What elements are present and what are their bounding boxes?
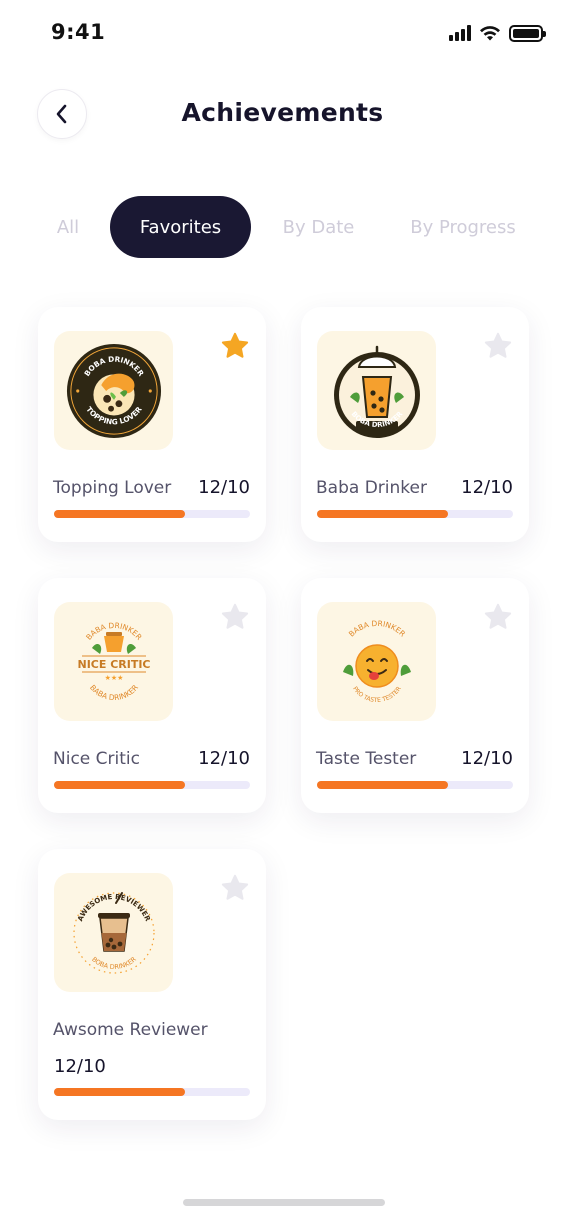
tea-cup-icon: BABA DRINKER NICE CRITIC ★★★ BABA DRINKE… [77,620,150,702]
progress-fill [317,781,449,789]
tab-favorites[interactable]: Favorites [110,196,251,258]
tab-label: By Date [282,216,355,238]
svg-text:★★★: ★★★ [104,674,123,682]
achievement-card-baba-drinker[interactable]: BOBA DRINKER Baba Drinker 12/10 [301,307,529,542]
svg-text:PRO TASTE TESTER: PRO TASTE TESTER [351,685,403,704]
progress-fill [54,1088,186,1096]
achievement-card-awsome-reviewer[interactable]: AWESOME REVIEWER BOBA DRINKER Awsome Rev… [38,849,266,1120]
achievement-name: Awsome Reviewer [53,1020,208,1040]
badge-bottom-text: BABA DRINKER [88,683,140,702]
progress-bar [54,510,250,518]
wifi-icon [480,26,500,41]
badge-image: BOBA DRINKER TOPPING LOVER [54,331,173,450]
progress-fill [54,781,186,789]
status-icons [449,22,546,44]
achievement-progress: 12/10 [198,748,250,769]
achievement-name: Topping Lover [53,478,172,498]
yum-face-icon: BABA DRINKER PRO TASTE TESTER [342,618,411,704]
badge-image: BOBA DRINKER [317,331,436,450]
achievement-name: Baba Drinker [316,478,427,498]
tab-by-progress[interactable]: By Progress [396,196,530,258]
battery-icon [509,24,546,42]
achievement-name: Taste Tester [316,749,417,769]
progress-bar [317,510,513,518]
status-time: 9:41 [51,20,106,44]
badge-center-text: NICE CRITIC [77,658,150,671]
home-indicator [183,1199,385,1206]
progress-fill [54,510,186,518]
achievement-name: Nice Critic [53,749,140,769]
progress-bar [54,1088,250,1096]
svg-text:BABA DRINKER: BABA DRINKER [88,683,140,702]
page-title: Achievements [181,98,384,127]
badge-image: BABA DRINKER PRO TASTE TESTER [317,602,436,721]
tab-all[interactable]: All [48,196,88,258]
achievement-card-nice-critic[interactable]: BABA DRINKER NICE CRITIC ★★★ BABA DRINKE… [38,578,266,813]
star-icon[interactable] [483,602,513,632]
badge-bottom-text: PRO TASTE TESTER [351,685,403,704]
tab-by-date[interactable]: By Date [272,196,365,258]
achievement-progress: 12/10 [198,477,250,498]
boba-splash-icon: BOBA DRINKER TOPPING LOVER [66,343,161,438]
star-icon[interactable] [483,331,513,361]
achievement-progress: 12/10 [54,1056,106,1077]
cellular-signal-icon [449,25,471,41]
achievement-progress: 12/10 [461,477,513,498]
tab-label: By Progress [410,216,516,238]
badge-image: BABA DRINKER NICE CRITIC ★★★ BABA DRINKE… [54,602,173,721]
tab-label: Favorites [139,216,222,238]
bubble-tea-icon: AWESOME REVIEWER BOBA DRINKER [72,891,155,974]
svg-text:BABA DRINKER: BABA DRINKER [346,618,406,638]
progress-bar [317,781,513,789]
achievement-card-topping-lover[interactable]: BOBA DRINKER TOPPING LOVER Topping Lover… [38,307,266,542]
filter-tabs: All Favorites By Date By Progress [0,196,565,258]
status-bar: 9:41 [0,0,565,66]
star-icon[interactable] [220,873,250,903]
badge-image: AWESOME REVIEWER BOBA DRINKER [54,873,173,992]
tab-label: All [56,216,80,238]
star-icon[interactable] [220,602,250,632]
badge-top-text: BABA DRINKER [346,618,406,638]
star-icon[interactable] [220,331,250,361]
progress-fill [317,510,449,518]
achievement-card-taste-tester[interactable]: BABA DRINKER PRO TASTE TESTER Taste Test… [301,578,529,813]
boba-cup-icon: BOBA DRINKER [333,345,420,438]
achievement-progress: 12/10 [461,748,513,769]
progress-bar [54,781,250,789]
